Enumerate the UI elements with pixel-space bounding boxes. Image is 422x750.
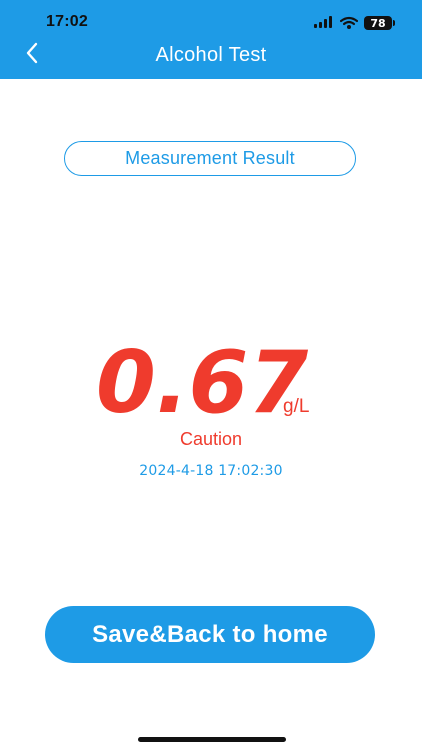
measurement-timestamp: 2024-4-18 17:02:30	[139, 463, 283, 479]
battery-icon: 78	[364, 16, 395, 30]
measurement-result-label: Measurement Result	[64, 141, 356, 176]
wifi-icon	[340, 16, 358, 29]
cellular-signal-icon	[314, 16, 334, 30]
reading-value: 0.67	[96, 336, 308, 426]
page-title: Alcohol Test	[155, 44, 267, 66]
reading-unit: g/L	[283, 396, 310, 417]
save-back-home-button[interactable]: Save&Back to home	[45, 606, 375, 663]
status-icons: 78	[314, 12, 395, 34]
header-bar: 17:02 78 Alcohol Test	[0, 0, 422, 79]
status-time: 17:02	[46, 13, 88, 30]
status-message: Caution	[179, 429, 243, 449]
home-indicator	[138, 737, 286, 742]
battery-level: 78	[370, 16, 386, 30]
